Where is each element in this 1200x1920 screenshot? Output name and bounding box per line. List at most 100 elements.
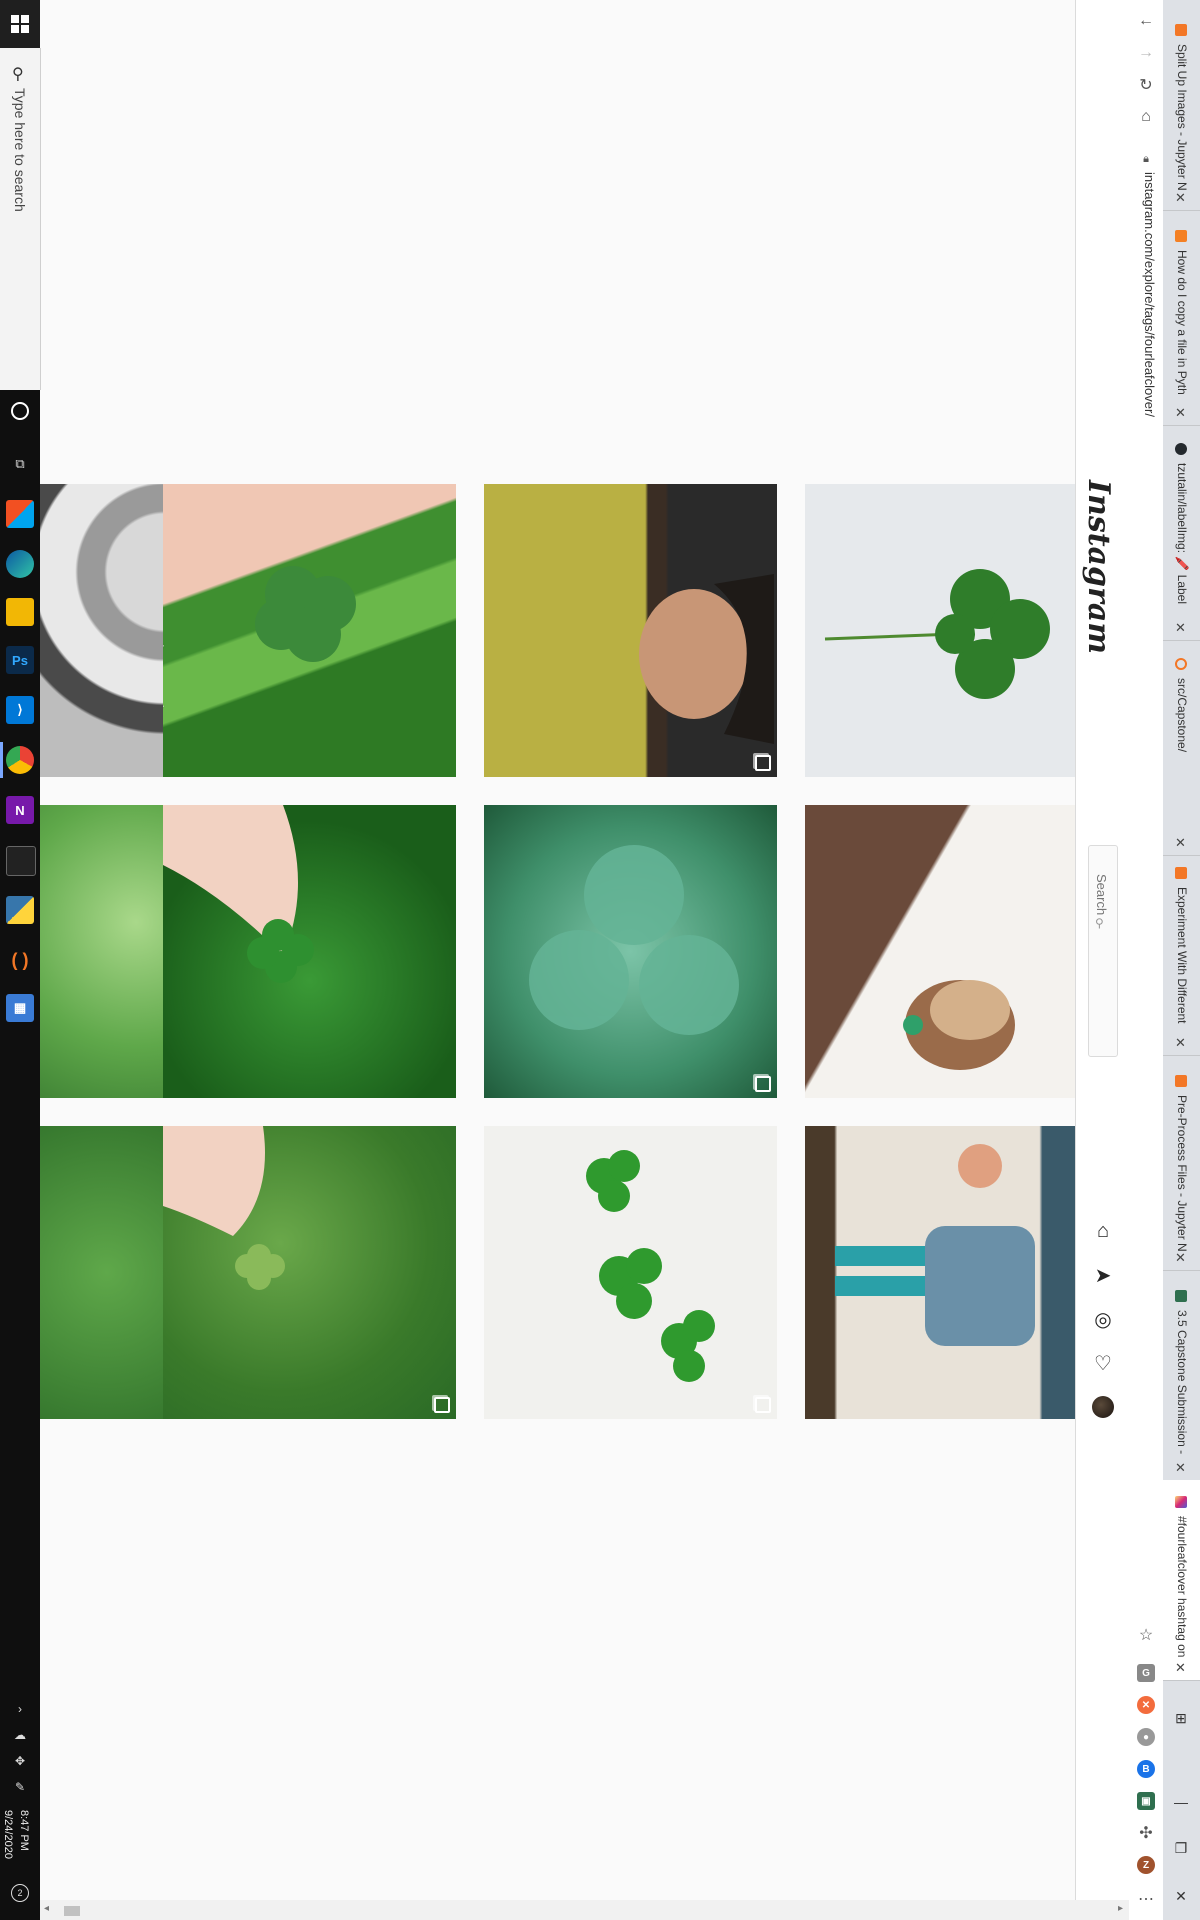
- tab[interactable]: Split Up Images - Jupyter N ✕: [1163, 0, 1200, 211]
- instagram-search[interactable]: ⚲: [1088, 845, 1118, 1057]
- clover-charm-illustration: [903, 980, 1015, 1070]
- post-tile[interactable]: [484, 1126, 777, 1419]
- menu-dots-icon[interactable]: ⋯: [1135, 1888, 1157, 1910]
- lock-icon[interactable]: 🔒︎: [1135, 148, 1157, 170]
- close-tab-icon[interactable]: ✕: [1175, 1250, 1186, 1266]
- tab[interactable]: Pre-Process Files - Jupyter N ✕: [1163, 1055, 1200, 1271]
- post-tile[interactable]: [805, 1126, 1075, 1419]
- multiple-posts-icon: [755, 1397, 771, 1413]
- close-tab-icon[interactable]: ✕: [1175, 190, 1186, 206]
- post-tile[interactable]: [163, 805, 456, 1098]
- clover-hand-illustration: [163, 805, 314, 983]
- activity-heart-icon[interactable]: ♡: [1090, 1350, 1116, 1376]
- post-tile[interactable]: [805, 484, 1075, 777]
- tab-title: How do I copy a file in Pyth: [1175, 250, 1189, 395]
- instagram-favicon-icon: [1175, 1496, 1187, 1508]
- stackoverflow-favicon-icon: [1175, 230, 1187, 242]
- start-button[interactable]: [0, 0, 40, 48]
- chrome-icon[interactable]: [6, 746, 34, 774]
- jupyter-favicon-icon: [1175, 658, 1187, 670]
- reload-button[interactable]: ↻: [1135, 74, 1157, 96]
- profile-avatar[interactable]: [1092, 1396, 1114, 1418]
- system-clock[interactable]: 8:47 PM 9/24/2020: [2, 1810, 38, 1890]
- tab[interactable]: src/Capstone/ ✕: [1163, 640, 1200, 856]
- edge-icon[interactable]: [6, 550, 34, 578]
- tab-title: Split Up Images - Jupyter N: [1175, 44, 1189, 191]
- python-icon[interactable]: [6, 896, 34, 924]
- forward-button[interactable]: →: [1135, 42, 1157, 64]
- minimize-button[interactable]: —: [1169, 1790, 1193, 1814]
- post-tile[interactable]: [484, 805, 777, 1098]
- onedrive-icon[interactable]: ☁: [6, 1726, 34, 1744]
- notification-count: 2: [17, 1888, 23, 1898]
- post-tile[interactable]: [163, 1126, 456, 1419]
- file-explorer-icon[interactable]: [6, 598, 34, 626]
- home-button-icon[interactable]: ⌂: [1135, 106, 1157, 128]
- taskbar-search-placeholder: Type here to search: [12, 88, 28, 212]
- tab-active[interactable]: #fourleafclover hashtag on ✕: [1163, 1480, 1200, 1681]
- scroll-right-arrow-icon[interactable]: ▸: [1118, 1903, 1123, 1914]
- tab-title: 3.5 Capstone Submission -: [1175, 1310, 1189, 1455]
- tab[interactable]: How do I copy a file in Pyth ✕: [1163, 210, 1200, 426]
- new-window-icon[interactable]: ⊞: [1169, 1706, 1193, 1730]
- tab-title: src/Capstone/: [1175, 678, 1189, 753]
- github-favicon-icon: [1175, 443, 1187, 455]
- calculator-icon[interactable]: ▦: [6, 994, 34, 1022]
- pen-icon[interactable]: ✎: [6, 1778, 34, 1796]
- scroll-left-arrow-icon[interactable]: ◂: [44, 1903, 49, 1914]
- explore-icon[interactable]: ◎: [1090, 1306, 1116, 1332]
- caravan-photo-illustration: [835, 1144, 1035, 1346]
- show-hidden-icons-icon[interactable]: ›: [6, 1700, 34, 1718]
- address-bar-url[interactable]: instagram.com/explore/tags/fourleafclove…: [1142, 172, 1157, 417]
- clock-date: 9/24/2020: [2, 1810, 14, 1859]
- multiple-posts-icon: [434, 1397, 450, 1413]
- restore-button[interactable]: ❐: [1169, 1836, 1193, 1860]
- vscode-icon[interactable]: ⟩: [6, 696, 34, 724]
- close-window-button[interactable]: ✕: [1169, 1884, 1193, 1908]
- direct-messages-icon[interactable]: ➤: [1090, 1262, 1116, 1288]
- home-icon[interactable]: ⌂: [1090, 1218, 1116, 1244]
- microsoft-store-icon[interactable]: [6, 500, 34, 528]
- instagram-search-input[interactable]: [1088, 846, 1116, 1056]
- close-tab-icon[interactable]: ✕: [1175, 835, 1186, 851]
- back-button[interactable]: ←: [1135, 10, 1157, 32]
- close-tab-icon[interactable]: ✕: [1175, 620, 1186, 636]
- close-tab-icon[interactable]: ✕: [1175, 1660, 1186, 1676]
- post-caption-overlay: happy_clover_4: [163, 644, 165, 757]
- terminal-icon[interactable]: [6, 846, 36, 876]
- jupyter-favicon-icon: [1175, 24, 1187, 36]
- tab-title: Experiment With Different: [1175, 887, 1189, 1024]
- taskbar: ⚲ Type here to search ⧉ Ps ⟩ N ( ) ▦ › ☁…: [0, 0, 41, 1920]
- profile-z-icon[interactable]: Z: [1137, 1856, 1155, 1874]
- clover-illustration: [824, 569, 1050, 699]
- jupyter-icon[interactable]: ( ): [6, 946, 34, 974]
- horizontal-scrollbar[interactable]: ◂ ▸: [40, 1900, 1129, 1920]
- instagram-logo[interactable]: Instagram: [1081, 480, 1116, 654]
- post-tile[interactable]: happy_clover_4: [163, 484, 456, 777]
- task-view-icon[interactable]: ⧉: [6, 450, 34, 478]
- photoshop-icon[interactable]: Ps: [6, 646, 34, 674]
- close-tab-icon[interactable]: ✕: [1175, 405, 1186, 421]
- extension-orange-icon[interactable]: ✕: [1137, 1696, 1155, 1714]
- cortana-icon[interactable]: [11, 402, 29, 420]
- close-tab-icon[interactable]: ✕: [1175, 1460, 1186, 1476]
- extension-b-icon[interactable]: B: [1137, 1760, 1155, 1778]
- tab[interactable]: Experiment With Different ✕: [1163, 855, 1200, 1056]
- tab[interactable]: 3.5 Capstone Submission - ✕: [1163, 1270, 1200, 1481]
- multiple-posts-icon: [755, 755, 771, 771]
- scrollbar-thumb[interactable]: [64, 1906, 80, 1916]
- bookmark-star-icon[interactable]: ☆: [1135, 1624, 1157, 1646]
- extension-g-icon[interactable]: G: [1137, 1664, 1155, 1682]
- tab[interactable]: tzutalin/labelImg: 🖍️ Label ✕: [1163, 425, 1200, 641]
- extensions-puzzle-icon[interactable]: ✣: [1135, 1822, 1157, 1844]
- close-tab-icon[interactable]: ✕: [1175, 1035, 1186, 1051]
- extension-photo-icon[interactable]: ▣: [1137, 1792, 1155, 1810]
- post-tile[interactable]: [805, 805, 1075, 1098]
- taskbar-search-box[interactable]: ⚲ Type here to search: [0, 48, 41, 390]
- windows-logo-icon: [11, 15, 29, 33]
- notification-center-icon[interactable]: 2: [11, 1884, 29, 1902]
- extension-circle-icon[interactable]: ●: [1137, 1728, 1155, 1746]
- post-tile[interactable]: [484, 484, 777, 777]
- onenote-icon[interactable]: N: [6, 796, 34, 824]
- dropbox-icon[interactable]: ✥: [6, 1752, 34, 1770]
